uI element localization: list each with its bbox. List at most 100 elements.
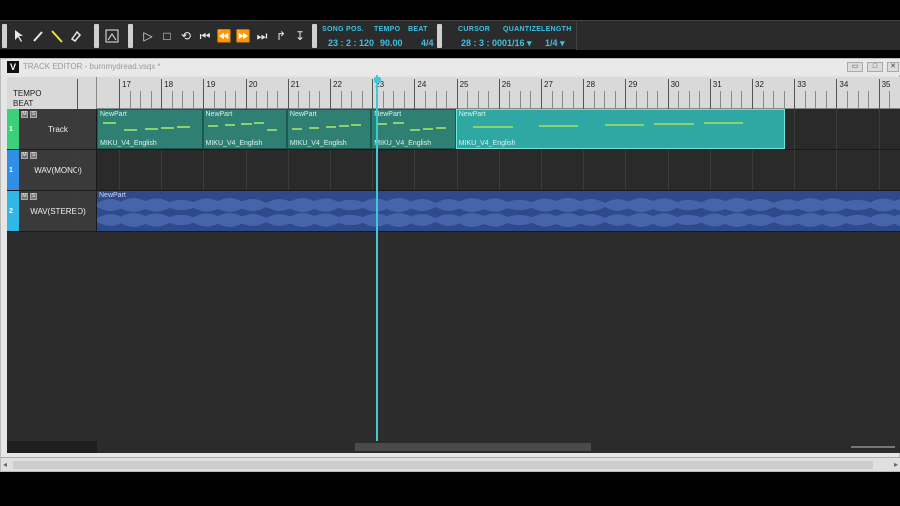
scroll-right-arrow-icon[interactable]: ▸ — [894, 460, 898, 469]
track-lane[interactable]: NewPart MIKU_V4_English NewPart MIKU_V4_… — [76, 109, 900, 150]
beat-tick — [266, 91, 268, 109]
cursor-value: 28 : 3 : 000 — [461, 38, 508, 48]
beat-tick — [192, 91, 194, 109]
track-editor-window: V TRACK EDITOR - burnmydread.vsqx * ▭ □ … — [0, 58, 900, 472]
loop-button[interactable]: ⟲ — [177, 26, 195, 46]
rewind-button[interactable]: ⏪ — [215, 26, 233, 46]
close-button[interactable]: ✕ — [887, 62, 899, 72]
part-name: NewPart — [374, 111, 402, 118]
solo-button[interactable]: S — [30, 193, 37, 200]
quantize-dropdown[interactable]: 1/16 ▾ — [507, 38, 532, 49]
note-marker — [124, 129, 138, 131]
playhead-line[interactable] — [375, 75, 378, 441]
track-name[interactable]: Track — [19, 125, 97, 134]
realtime-input-icon[interactable] — [103, 26, 121, 46]
note-marker — [103, 122, 116, 124]
horizontal-scrollbar[interactable] — [7, 441, 900, 453]
measure-number: 32 — [755, 80, 764, 89]
beat-tick — [604, 91, 606, 109]
beat-tick — [182, 91, 184, 109]
audio-part[interactable]: NewPart — [97, 191, 900, 231]
vocal-part[interactable]: NewPart MIKU_V4_English — [455, 109, 785, 149]
window-titlebar[interactable]: V TRACK EDITOR - burnmydread.vsqx * ▭ □ … — [1, 59, 900, 75]
track-lane[interactable] — [76, 150, 900, 191]
track-header[interactable]: 1 M S WAV(MONO) — [7, 150, 97, 191]
zoom-slider[interactable] — [851, 446, 895, 448]
lane-grid-line — [245, 150, 247, 190]
measure-tick — [709, 79, 711, 109]
note-marker — [376, 123, 387, 125]
note-marker — [654, 123, 694, 125]
track-header[interactable]: 2 M S WAV(STEREO) — [7, 191, 97, 232]
beat-tick — [424, 91, 426, 109]
tempo-value[interactable]: 90.00 — [380, 38, 403, 48]
part-name: NewPart — [205, 111, 233, 118]
track-name[interactable]: WAV(STEREO) — [19, 207, 97, 216]
pencil-tool-icon[interactable] — [29, 26, 47, 46]
measure-number: 18 — [164, 80, 174, 89]
maximize-button[interactable]: □ — [867, 62, 883, 72]
beat-tick — [467, 91, 469, 109]
mute-button[interactable]: M — [21, 152, 28, 159]
note-marker — [266, 129, 277, 131]
go-to-end-button[interactable]: ⏭ — [253, 26, 271, 46]
stop-button[interactable]: □ — [158, 26, 176, 46]
lane-grid-line — [583, 150, 585, 190]
lane-grid-line — [203, 150, 205, 190]
toolbar-grip[interactable] — [2, 24, 7, 48]
length-label: LENGTH — [541, 26, 572, 33]
solo-button[interactable]: S — [30, 152, 37, 159]
go-to-start-button[interactable]: ⏮ — [196, 26, 214, 46]
lane-grid-line — [878, 109, 880, 149]
length-dropdown[interactable]: 1/4 ▾ — [545, 38, 565, 49]
bottom-scroll-track[interactable] — [13, 461, 873, 469]
vocal-part[interactable]: NewPart MIKU_V4_English — [97, 109, 203, 149]
beat-tick — [857, 91, 859, 109]
window-bottom-scrollbar[interactable]: ◂ ▸ — [1, 457, 900, 471]
measure-number: 33 — [797, 80, 807, 89]
punch-button[interactable]: ↧ — [291, 26, 309, 46]
measure-tick — [414, 79, 416, 109]
tracks-area[interactable]: 1 M S Track 1 M S WAV(MONO) 2 M S WAV(ST… — [7, 109, 900, 441]
waveform — [97, 198, 900, 227]
measure-ruler[interactable]: TEMPO BEAT 17 18 19 20 21 22 23 24 25 26 27 28 29 30 3… — [7, 77, 900, 109]
measure-tick — [498, 79, 500, 109]
play-button[interactable]: ▷ — [139, 26, 157, 46]
track-lane[interactable]: NewPart — [76, 191, 900, 232]
lane-grid-line — [161, 150, 163, 190]
scroll-left-arrow-icon[interactable]: ◂ — [3, 460, 7, 469]
song-pos-value[interactable]: 23 : 2 : 120 — [328, 38, 374, 48]
toolbar-separator — [128, 24, 133, 48]
measure-number: 34 — [839, 80, 849, 89]
part-singer: MIKU_V4_English — [100, 140, 157, 147]
beat-tick — [572, 91, 574, 109]
arrow-tool-icon[interactable] — [10, 26, 28, 46]
eraser-tool-icon[interactable] — [67, 26, 85, 46]
vocal-part[interactable]: NewPart MIKU_V4_English — [286, 109, 372, 149]
vocal-part[interactable]: NewPart MIKU_V4_English — [371, 109, 456, 149]
measure-tick — [245, 79, 247, 109]
lane-grid-line — [667, 150, 669, 190]
measure-number: 31 — [712, 80, 722, 89]
track-name[interactable]: WAV(MONO) — [19, 166, 97, 175]
empty-track-area[interactable] — [7, 232, 900, 441]
vocal-part[interactable]: NewPart MIKU_V4_English — [202, 109, 287, 149]
solo-button[interactable]: S — [30, 111, 37, 118]
minimize-button[interactable]: ▭ — [847, 62, 863, 72]
mute-button[interactable]: M — [21, 193, 28, 200]
beat-value[interactable]: 4/4 — [421, 38, 434, 48]
fast-forward-button[interactable]: ⏩ — [234, 26, 252, 46]
beat-tick — [551, 91, 553, 109]
note-marker — [241, 123, 252, 125]
track-header[interactable]: 1 M S Track — [7, 109, 97, 150]
transport-toolbar: ▷ □ ⟲ ⏮ ⏪ ⏩ ⏭ ↱ ↧ SONG POS. 23 : 2 : 120 TEMPO 9… — [0, 20, 900, 50]
toolbar-empty-area — [576, 22, 900, 50]
mute-button[interactable]: M — [21, 111, 28, 118]
measure-tick — [625, 79, 627, 109]
scrollbar-left-area — [7, 441, 97, 453]
auto-scroll-button[interactable]: ↱ — [272, 26, 290, 46]
line-tool-icon[interactable] — [48, 26, 66, 46]
horizontal-scrollbar-thumb[interactable] — [355, 443, 591, 451]
beat-tick — [224, 91, 226, 109]
ruler-labels: TEMPO BEAT — [7, 77, 97, 109]
